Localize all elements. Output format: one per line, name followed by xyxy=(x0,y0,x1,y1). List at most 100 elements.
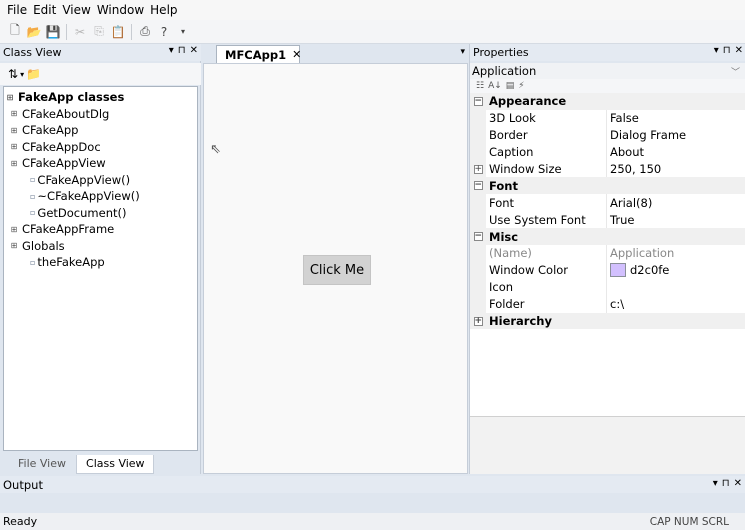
toolbar-separator xyxy=(131,23,132,40)
menu-edit[interactable]: Edit xyxy=(30,3,59,17)
new-icon[interactable]: 🗋 xyxy=(6,23,24,41)
menu-help[interactable]: Help xyxy=(147,3,180,17)
property-row[interactable]: 3D Look False xyxy=(470,109,745,127)
dropdown-icon[interactable]: ▾ xyxy=(460,47,465,57)
menu-view[interactable]: View xyxy=(59,3,93,17)
property-value[interactable]: c:\ xyxy=(607,297,624,311)
pin-icon[interactable]: ⊓ xyxy=(178,45,186,56)
sort-icon[interactable]: ⇅ xyxy=(8,67,18,81)
cut-icon[interactable]: ✂ xyxy=(71,23,89,41)
chevron-down-icon[interactable]: ▾ xyxy=(20,70,24,79)
help-icon[interactable]: ? xyxy=(155,23,173,41)
toolbar-overflow-icon[interactable]: ▾ xyxy=(174,23,192,41)
tree-item[interactable]: ⊞ CFakeAppView xyxy=(4,155,197,172)
property-row[interactable]: Window Color d2c0fe xyxy=(470,261,745,279)
tree-item[interactable]: ▫ theFakeApp xyxy=(4,254,197,271)
property-value[interactable]: Application xyxy=(607,246,674,260)
new-folder-icon[interactable]: 📁 xyxy=(26,67,41,81)
property-category[interactable]: − Appearance xyxy=(470,93,745,110)
grid-gutter xyxy=(470,194,486,212)
property-name: (Name) xyxy=(486,245,607,262)
property-name: Window Color xyxy=(486,261,607,279)
open-icon[interactable]: 📂 xyxy=(25,23,43,41)
close-icon[interactable]: ✕ xyxy=(190,45,198,56)
tree-item[interactable]: ▫ CFakeAppView() xyxy=(4,172,197,189)
dropdown-icon[interactable]: ▾ xyxy=(713,478,718,489)
property-value[interactable]: 250, 150 xyxy=(607,162,661,176)
property-value[interactable]: Dialog Frame xyxy=(607,128,686,142)
property-name: Icon xyxy=(486,278,607,296)
wand-icon[interactable]: ⚡ xyxy=(518,81,524,91)
property-row[interactable]: Folder c:\ xyxy=(470,295,745,313)
property-row[interactable]: (Name) Application xyxy=(470,245,745,262)
property-row[interactable]: Border Dialog Frame xyxy=(470,126,745,144)
pin-icon[interactable]: ⊓ xyxy=(723,45,731,56)
collapse-icon[interactable]: − xyxy=(473,96,483,106)
property-row[interactable]: + Window Size 250, 150 xyxy=(470,160,745,178)
property-grid: − Appearance 3D Look False Border Dialog Fram… xyxy=(470,93,745,416)
copy-icon[interactable]: ⎘ xyxy=(90,23,108,41)
category-label: Hierarchy xyxy=(489,314,552,329)
object-selector[interactable]: Application ﹀ xyxy=(470,63,745,79)
grid-gutter xyxy=(470,126,486,144)
property-row[interactable]: Use System Font True xyxy=(470,211,745,229)
expand-icon[interactable]: + xyxy=(473,164,483,174)
dropdown-icon[interactable]: ▾ xyxy=(169,45,174,56)
expand-icon[interactable]: ⊞ xyxy=(8,142,20,151)
expand-icon[interactable]: ⊞ xyxy=(8,225,20,234)
property-category[interactable]: + Hierarchy xyxy=(470,312,745,330)
close-icon[interactable]: ✕ xyxy=(292,48,301,61)
property-pages-icon[interactable]: ▤ xyxy=(506,81,515,91)
tab-mfcapp1[interactable]: MFCApp1 ✕ xyxy=(216,45,301,63)
tree-item[interactable]: ▫ GetDocument() xyxy=(4,205,197,222)
tree-item[interactable]: ⊞ CFakeAppDoc xyxy=(4,139,197,156)
expand-icon[interactable]: ⊞ xyxy=(8,159,20,168)
tree-item[interactable]: ▫ ~CFakeAppView() xyxy=(4,188,197,205)
pin-icon[interactable]: ⊓ xyxy=(722,478,730,489)
expand-icon[interactable]: ⊞ xyxy=(4,93,16,102)
save-icon[interactable]: 💾 xyxy=(44,23,62,41)
click-me-button[interactable]: Click Me xyxy=(303,255,371,285)
collapse-icon[interactable]: − xyxy=(473,232,483,242)
expand-icon[interactable]: ⊞ xyxy=(8,109,20,118)
menu-file[interactable]: File xyxy=(4,3,30,17)
property-value[interactable]: False xyxy=(607,111,639,125)
tab-class-view[interactable]: Class View xyxy=(76,455,154,474)
property-value-text: About xyxy=(610,145,645,160)
tree-item[interactable]: ⊞ CFakeAppFrame xyxy=(4,221,197,238)
collapse-icon[interactable]: − xyxy=(473,181,483,191)
property-name: Window Size xyxy=(486,160,607,178)
status-text: Ready xyxy=(3,515,38,528)
property-value[interactable]: About xyxy=(607,145,644,159)
close-icon[interactable]: ✕ xyxy=(735,45,743,56)
property-value[interactable]: Arial(8) xyxy=(607,196,652,210)
property-value[interactable]: True xyxy=(607,213,634,227)
print-icon[interactable]: ⎙ xyxy=(136,23,154,41)
categorized-icon[interactable]: ☷ xyxy=(476,81,484,91)
output-title-bar: Output ▾ ⊓ ✕ xyxy=(0,476,745,493)
dropdown-icon[interactable]: ▾ xyxy=(714,45,719,56)
expand-icon[interactable]: ⊞ xyxy=(8,241,20,250)
grid-gutter xyxy=(470,109,486,127)
property-row[interactable]: Icon xyxy=(470,278,745,296)
class-view-panel: Class View ▾ ⊓ ✕ ⇅ ▾ 📁 ⊞ FakeApp classes ⊞… xyxy=(0,44,201,474)
grid-gutter: + xyxy=(470,312,486,330)
property-category[interactable]: − Font xyxy=(470,177,745,195)
property-row[interactable]: Caption About xyxy=(470,143,745,161)
tree-item[interactable]: ⊞ CFakeAboutDlg xyxy=(4,106,197,123)
close-icon[interactable]: ✕ xyxy=(734,478,742,489)
menu-window[interactable]: Window xyxy=(94,3,147,17)
property-value-text: Arial(8) xyxy=(610,195,653,210)
tree-item[interactable]: ⊞ CFakeApp xyxy=(4,122,197,139)
property-category[interactable]: − Misc xyxy=(470,228,745,246)
property-row[interactable]: Font Arial(8) xyxy=(470,194,745,212)
tree-item[interactable]: ⊞ FakeApp classes xyxy=(4,89,197,106)
expand-icon[interactable]: ⊞ xyxy=(8,126,20,135)
tree-item[interactable]: ⊞ Globals xyxy=(4,238,197,255)
paste-icon[interactable]: 📋 xyxy=(109,23,127,41)
tab-file-view[interactable]: File View xyxy=(0,455,76,474)
property-value[interactable]: d2c0fe xyxy=(607,263,669,278)
tree-item-label: CFakeAboutDlg xyxy=(22,106,110,121)
alphabetical-icon[interactable]: A↓ xyxy=(488,81,502,91)
expand-icon[interactable]: + xyxy=(473,316,483,326)
